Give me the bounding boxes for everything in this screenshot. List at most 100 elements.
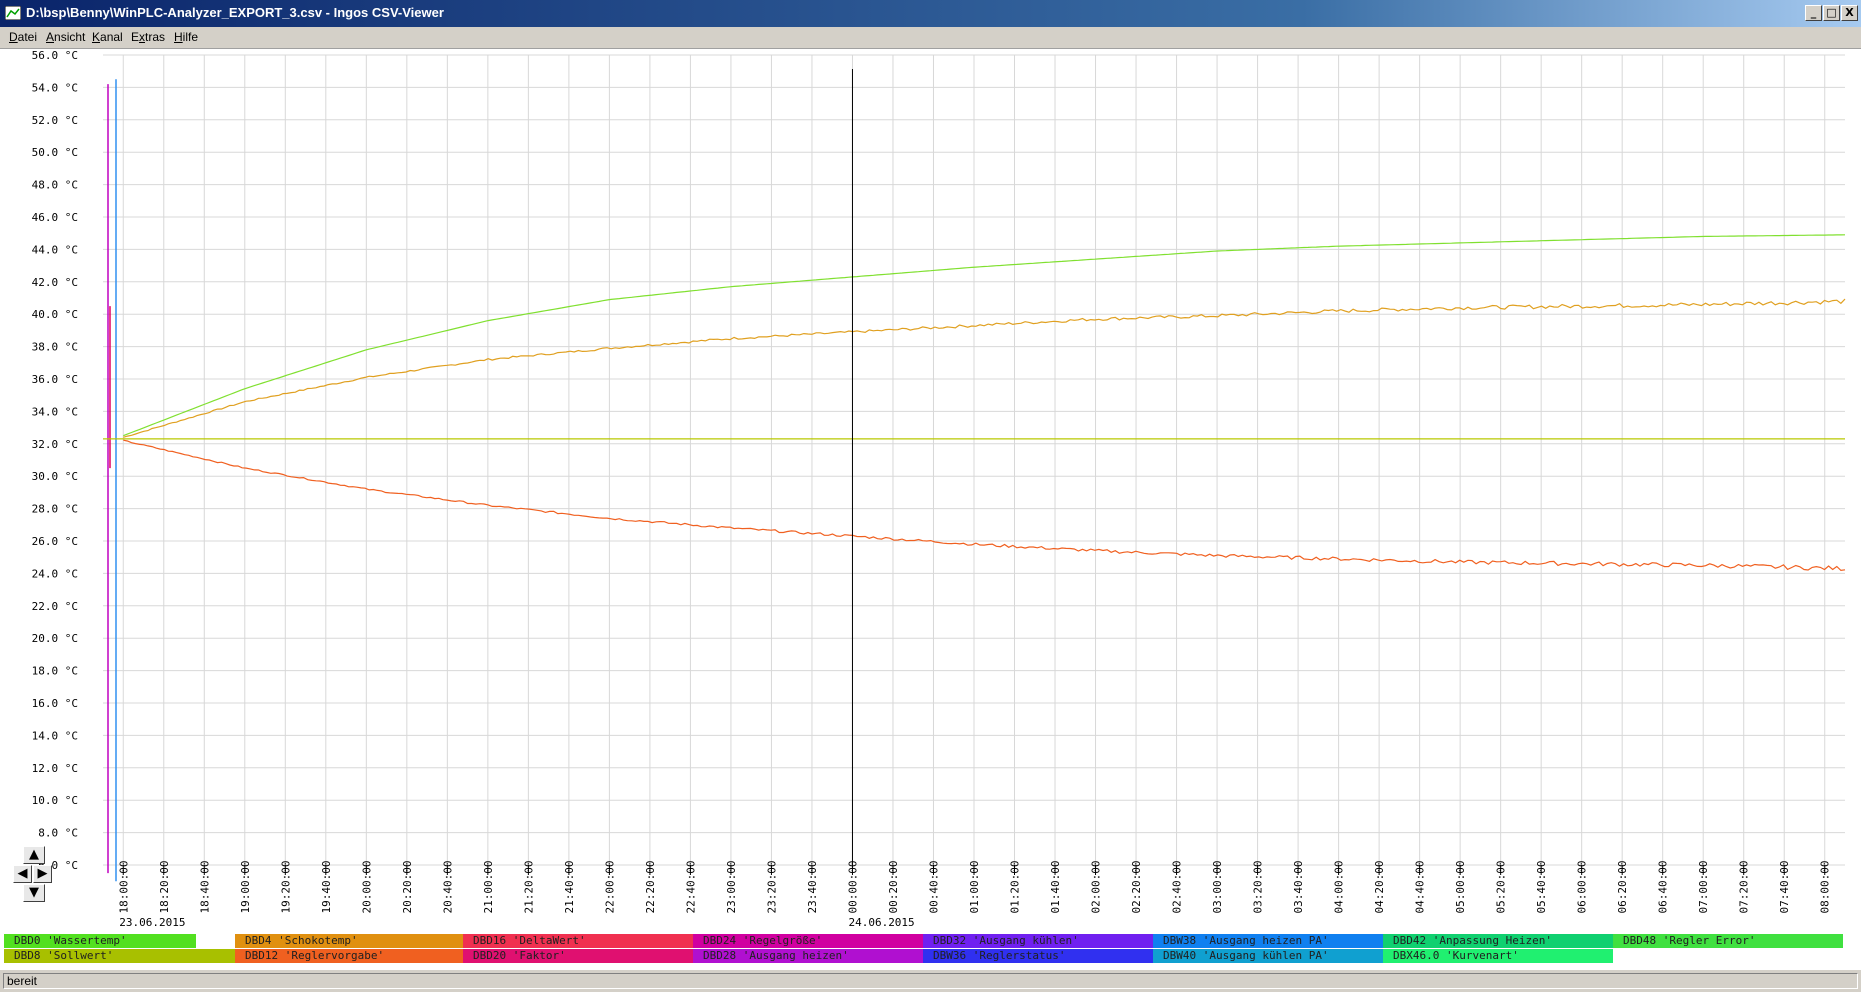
maximize-button[interactable]: □ bbox=[1823, 5, 1840, 21]
y-tick-label: 46.0 °C bbox=[32, 211, 78, 224]
x-tick-label: 23:40:00 bbox=[806, 861, 819, 914]
x-tick-label: 19:20:00 bbox=[279, 861, 292, 914]
legend-item[interactable]: DBD42 'Anpassung Heizen' bbox=[1383, 934, 1613, 948]
x-tick-label: 01:20:00 bbox=[1009, 861, 1022, 914]
legend-item[interactable]: DBD8 'Sollwert' bbox=[4, 949, 235, 963]
x-tick-label: 05:00:00 bbox=[1454, 861, 1467, 914]
y-tick-label: 32.0 °C bbox=[32, 438, 78, 451]
x-tick-label: 04:20:00 bbox=[1373, 861, 1386, 914]
legend-item[interactable]: DBD32 'Ausgang kühlen' bbox=[923, 934, 1153, 948]
x-tick-label: 22:00:00 bbox=[603, 861, 616, 914]
x-tick-label: 18:00:00 bbox=[117, 861, 130, 914]
status-text: bereit bbox=[3, 973, 1858, 989]
y-tick-label: 28.0 °C bbox=[32, 503, 78, 516]
legend-item[interactable]: DBW38 'Ausgang heizen PA' bbox=[1153, 934, 1383, 948]
y-tick-label: 56.0 °C bbox=[32, 49, 78, 62]
x-tick-label: 18:20:00 bbox=[158, 861, 171, 914]
y-axis: 56.0 °C 54.0 °C 52.0 °C 50.0 °C 48.0 °C 46.0 … bbox=[32, 49, 78, 872]
legend-item[interactable]: DBW36 'Reglerstatus' bbox=[923, 949, 1153, 963]
close-button[interactable]: X bbox=[1841, 5, 1858, 21]
y-tick-label: 14.0 °C bbox=[32, 729, 78, 742]
x-tick-label: 00:20:00 bbox=[887, 861, 900, 914]
y-tick-label: 36.0 °C bbox=[32, 373, 78, 386]
x-tick-label: 20:00:00 bbox=[360, 861, 373, 914]
legend-item[interactable]: DBD12 'Reglervorgabe' bbox=[235, 949, 463, 963]
menu-hilfe[interactable]: Hilfe bbox=[174, 30, 198, 44]
x-tick-label: 19:40:00 bbox=[320, 861, 333, 914]
x-tick-label: 18:40:00 bbox=[198, 861, 211, 914]
x-tick-label: 04:00:00 bbox=[1333, 861, 1346, 914]
status-bar: bereit bbox=[0, 969, 1861, 992]
x-tick-label: 20:20:00 bbox=[401, 861, 414, 914]
legend-item[interactable]: DBD28 'Ausgang heizen' bbox=[693, 949, 923, 963]
date-label: 23.06.2015 bbox=[119, 916, 185, 929]
x-tick-label: 03:00:00 bbox=[1211, 861, 1224, 914]
y-tick-label: 34.0 °C bbox=[32, 405, 78, 418]
x-tick-label: 03:40:00 bbox=[1292, 861, 1305, 914]
x-tick-label: 23:00:00 bbox=[725, 861, 738, 914]
y-tick-label: 54.0 °C bbox=[32, 81, 78, 94]
date-label: 24.06.2015 bbox=[848, 916, 914, 929]
x-tick-label: 06:00:00 bbox=[1576, 861, 1589, 914]
x-tick-label: 01:00:00 bbox=[968, 861, 981, 914]
series-line bbox=[123, 439, 1846, 572]
menu-extras[interactable]: Extras bbox=[131, 30, 165, 44]
legend-item[interactable]: DBD16 'DeltaWert' bbox=[463, 934, 693, 948]
grid bbox=[103, 54, 1845, 866]
x-tick-label: 08:00:00 bbox=[1819, 861, 1832, 914]
x-tick-label: 01:40:00 bbox=[1049, 861, 1062, 914]
y-tick-label: 30.0 °C bbox=[32, 470, 78, 483]
menu-ansicht[interactable]: Ansicht bbox=[46, 30, 85, 44]
x-tick-label: 21:20:00 bbox=[522, 861, 535, 914]
legend-item[interactable]: DBD4 'Schokotemp' bbox=[235, 934, 463, 948]
legend-item[interactable]: DBD24 'Regelgröße' bbox=[693, 934, 923, 948]
scroll-left-button[interactable]: ◀ bbox=[13, 865, 32, 883]
channel-legend: DBD0 'Wassertemp' DBD4 'Schokotemp' DBD1… bbox=[0, 933, 1861, 969]
legend-item[interactable]: DBX46.0 'Kurvenart' bbox=[1383, 949, 1613, 963]
x-tick-label: 06:40:00 bbox=[1657, 861, 1670, 914]
legend-item[interactable]: DBD48 'Regler Error' bbox=[1613, 934, 1843, 948]
y-tick-label: 40.0 °C bbox=[32, 308, 78, 321]
scroll-right-button[interactable]: ▶ bbox=[33, 865, 52, 883]
y-tick-label: 20.0 °C bbox=[32, 632, 78, 645]
legend-item[interactable]: DBD20 'Faktor' bbox=[463, 949, 693, 963]
title-bar[interactable]: D:\bsp\Benny\WinPLC-Analyzer_EXPORT_3.cs… bbox=[0, 0, 1861, 27]
y-tick-label: 48.0 °C bbox=[32, 179, 78, 192]
y-tick-label: 50.0 °C bbox=[32, 146, 78, 159]
y-tick-label: 38.0 °C bbox=[32, 341, 78, 354]
x-tick-label: 20:40:00 bbox=[441, 861, 454, 914]
x-tick-label: 07:00:00 bbox=[1697, 861, 1710, 914]
y-tick-label: 12.0 °C bbox=[32, 762, 78, 775]
y-tick-label: 44.0 °C bbox=[32, 243, 78, 256]
start-spikes bbox=[107, 79, 117, 882]
y-tick-label: 10.0 °C bbox=[32, 794, 78, 807]
legend-item[interactable]: DBD0 'Wassertemp' bbox=[4, 934, 196, 948]
y-tick-label: 18.0 °C bbox=[32, 665, 78, 678]
legend-item[interactable]: DBW40 'Ausgang kühlen PA' bbox=[1153, 949, 1383, 963]
x-tick-label: 07:20:00 bbox=[1738, 861, 1751, 914]
window-title: D:\bsp\Benny\WinPLC-Analyzer_EXPORT_3.cs… bbox=[26, 5, 444, 20]
series-line bbox=[123, 234, 1846, 437]
x-tick-label: 02:40:00 bbox=[1171, 861, 1184, 914]
x-tick-label: 22:20:00 bbox=[644, 861, 657, 914]
menu-kanal[interactable]: Kanal bbox=[92, 30, 123, 44]
x-axis: 18:00:00 18:20:00 18:40:00 19:00:00 19:20:00… bbox=[117, 861, 1831, 929]
scroll-up-button[interactable]: ▲ bbox=[23, 846, 45, 864]
x-tick-label: 05:20:00 bbox=[1495, 861, 1508, 914]
x-tick-label: 21:00:00 bbox=[482, 861, 495, 914]
x-tick-label: 00:00:00 bbox=[846, 861, 859, 914]
menu-datei[interactable]: Datei bbox=[9, 30, 37, 44]
x-tick-label: 02:20:00 bbox=[1130, 861, 1143, 914]
line-chart[interactable]: 56.0 °C 54.0 °C 52.0 °C 50.0 °C 48.0 °C 46.0 … bbox=[0, 49, 1861, 933]
x-tick-label: 04:40:00 bbox=[1414, 861, 1427, 914]
x-tick-label: 22:40:00 bbox=[684, 861, 697, 914]
plot-area[interactable]: 56.0 °C 54.0 °C 52.0 °C 50.0 °C 48.0 °C 46.0 … bbox=[0, 49, 1861, 933]
scroll-down-button[interactable]: ▼ bbox=[23, 884, 45, 902]
y-tick-label: 22.0 °C bbox=[32, 600, 78, 613]
y-tick-label: 16.0 °C bbox=[32, 697, 78, 710]
series-line bbox=[123, 298, 1846, 438]
x-tick-label: 02:00:00 bbox=[1090, 861, 1103, 914]
minimize-button[interactable]: _ bbox=[1805, 5, 1822, 21]
y-tick-label: 24.0 °C bbox=[32, 567, 78, 580]
x-tick-label: 05:40:00 bbox=[1535, 861, 1548, 914]
